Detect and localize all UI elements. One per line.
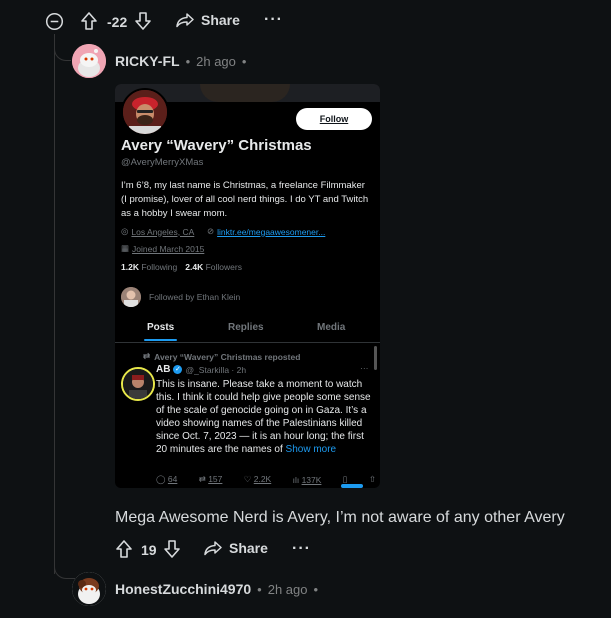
tab-replies[interactable]: Replies (228, 322, 264, 333)
joined-row: ▦ Joined March 2015 (121, 243, 204, 254)
tab-posts-indicator (144, 339, 177, 341)
tab-media[interactable]: Media (317, 322, 345, 333)
floating-compose-indicator (341, 484, 363, 488)
follow-button[interactable]: Follow (296, 108, 372, 130)
downvote-icon[interactable] (163, 539, 181, 559)
upvote-icon[interactable] (115, 539, 133, 559)
display-name: Avery “Wavery” Christmas (121, 137, 312, 154)
more-options-button[interactable]: ··· (292, 540, 311, 558)
avatar[interactable] (72, 44, 106, 78)
followers-stat[interactable]: 2.4K Followers (185, 262, 242, 272)
reply-stat[interactable]: ◯ 64 (156, 474, 177, 485)
location-row: ◎ Los Angeles, CA (121, 226, 194, 237)
joined-date: Joined March 2015 (132, 243, 205, 254)
avatar[interactable] (72, 572, 106, 606)
more-options-button[interactable]: ··· (264, 11, 283, 29)
vote-count: -22 (107, 14, 128, 30)
show-more-link[interactable]: Show more (286, 444, 337, 455)
post-header: AB ✓ @_Starkilla · 2h (156, 364, 246, 375)
following-stat[interactable]: 1.2K Following (121, 262, 177, 272)
post-author-avatar (121, 367, 155, 401)
timestamp[interactable]: 2h ago (268, 582, 308, 597)
share-icon (204, 540, 222, 556)
bar-chart-icon: ılı (292, 474, 300, 485)
heart-icon: ♡ (243, 474, 252, 484)
repost-text: Avery “Wavery” Christmas reposted (154, 351, 301, 362)
profile-avatar (121, 88, 169, 136)
location-icon: ◎ (121, 226, 129, 236)
profile-link[interactable]: linktr.ee/megaawesomener... (217, 227, 325, 237)
username[interactable]: RICKY-FL (115, 53, 180, 69)
share-button[interactable]: Share (176, 12, 240, 28)
share-label: Share (229, 540, 268, 556)
separator: • (185, 53, 191, 69)
share-icon (176, 12, 194, 28)
follow-stats: 1.2K Following 2.4K Followers (121, 262, 242, 272)
tab-divider (115, 342, 380, 343)
repost-count: 157 (208, 474, 223, 484)
thread-line (54, 34, 55, 574)
share-post-icon[interactable]: ⇧ (369, 474, 376, 485)
post-handle: @_Starkilla · 2h (185, 364, 247, 375)
username[interactable]: HonestZucchini4970 (115, 581, 251, 597)
post-author[interactable]: AB (156, 364, 170, 375)
scrollbar[interactable] (374, 346, 377, 370)
repost-icon: ⇄ (143, 351, 151, 361)
views-count: 137K (301, 474, 322, 485)
share-button[interactable]: Share (204, 540, 268, 556)
vote-count: 19 (141, 542, 157, 558)
followers-count: 2.4K (185, 262, 204, 272)
share-label: Share (201, 12, 240, 28)
reply-header: HonestZucchini4970 • 2h ago • (115, 581, 318, 597)
tab-posts[interactable]: Posts (147, 322, 174, 333)
post-more-icon[interactable]: ··· (360, 363, 369, 373)
verified-icon: ✓ (173, 365, 183, 374)
views-stat[interactable]: ılı 137K (293, 475, 322, 485)
repost-stat[interactable]: ⇄ 157 (199, 474, 223, 485)
link-row: ⊘ linktr.ee/megaawesomener... (207, 226, 325, 237)
following-count: 1.2K (121, 262, 139, 272)
post-body: This is insane. Please take a moment to … (156, 379, 371, 455)
repost-row: ⇄ Avery “Wavery” Christmas reposted (143, 351, 300, 362)
bio: I’m 6’8, my last name is Christmas, a fr… (121, 180, 369, 219)
thread-connector (54, 34, 71, 61)
calendar-icon: ▦ (121, 243, 130, 253)
separator: • (257, 581, 262, 597)
following-label: Following (141, 262, 178, 272)
downvote-icon[interactable] (134, 11, 152, 31)
location: Los Angeles, CA (131, 226, 195, 237)
reply-count: 64 (167, 474, 178, 484)
post-text: This is insane. Please take a moment to … (156, 378, 376, 456)
link-icon: ⊘ (207, 226, 215, 236)
followed-by: Followed by Ethan Klein (149, 292, 241, 302)
thread-connector (54, 560, 75, 579)
timestamp[interactable]: 2h ago (196, 54, 236, 69)
repost-stat-icon: ⇄ (198, 474, 206, 484)
reply-icon: ◯ (156, 474, 166, 484)
followed-by-avatar (121, 287, 141, 307)
separator: • (313, 581, 319, 597)
separator: • (241, 53, 247, 69)
collapse-icon[interactable] (45, 12, 64, 31)
followers-label: Followers (205, 262, 242, 272)
comment-text: Mega Awesome Nerd is Avery, I’m not awar… (115, 509, 565, 526)
like-stat[interactable]: ♡ 2.2K (244, 474, 272, 485)
handle: @AveryMerryXMas (121, 157, 204, 168)
upvote-icon[interactable] (80, 11, 98, 31)
embedded-screenshot[interactable]: Follow Avery “Wavery” Christmas @AveryMe… (115, 84, 380, 488)
like-count: 2.2K (253, 474, 272, 484)
comment-header: RICKY-FL • 2h ago • (115, 53, 246, 69)
